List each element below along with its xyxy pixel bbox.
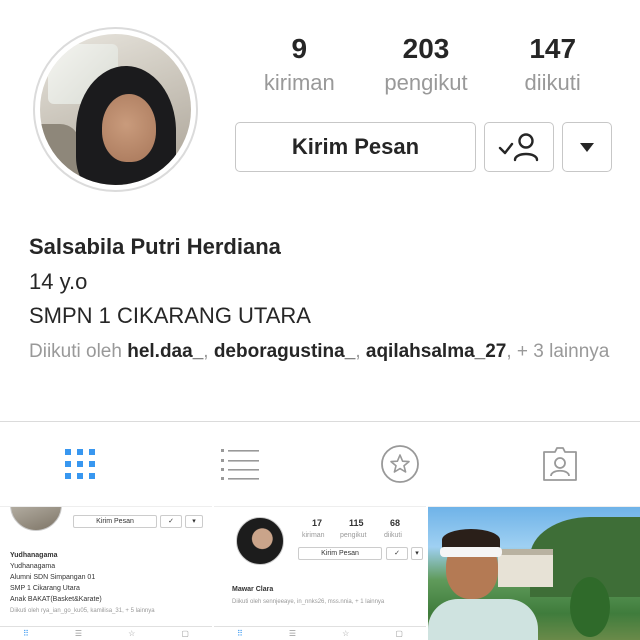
star-circle-icon [381, 445, 419, 483]
grid-post[interactable]: Kirim Pesan ✓ ▾ Yudhanagama Yudhanagama … [0, 506, 212, 640]
mini-follow-button: ✓ [386, 547, 408, 560]
profile-tabs [0, 422, 640, 506]
following-button[interactable] [484, 122, 554, 172]
mini-stat-value: 68 [390, 518, 401, 528]
mini-avatar [236, 517, 284, 565]
followed-by-user[interactable]: aqilahsalma_27 [366, 341, 506, 362]
mini-line: SMP 1 Cikarang Utara [10, 585, 80, 592]
bio-line-school: SMPN 1 CIKARANG UTARA [29, 303, 311, 328]
stat-followers-label: pengikut [384, 70, 468, 95]
mini-tabs: ⠿ ☰ ☆ ▢ [214, 626, 426, 640]
grid-post[interactable] [428, 506, 640, 640]
mini-message-button: Kirim Pesan [298, 547, 382, 560]
mini-name: Mawar Clara [232, 586, 274, 593]
mini-line: Alumni SDN Simpangan 01 [10, 574, 96, 581]
profile-header: 9 kiriman 203 pengikut 147 diikuti Kirim… [0, 0, 640, 215]
mini-avatar [10, 507, 62, 531]
triangle-down-icon [580, 143, 594, 152]
mini-grid-icon: ⠿ [23, 629, 29, 638]
mini-tag-icon: ▢ [181, 629, 189, 638]
stat-followers[interactable]: 203 pengikut [363, 32, 490, 112]
profile-bio: Salsabila Putri Herdiana 14 y.o SMPN 1 C… [29, 233, 619, 365]
mini-list-icon: ☰ [74, 629, 83, 638]
profile-photo [40, 34, 191, 185]
mini-stat-value: 17 [312, 518, 323, 528]
followed-by-user[interactable]: hel.daa_ [127, 341, 203, 362]
list-icon [221, 449, 259, 480]
tab-grid[interactable] [0, 422, 160, 506]
following-check-icon [498, 133, 539, 162]
stat-following-value: 147 [529, 33, 577, 64]
mini-dropdown-button: ▾ [185, 515, 203, 528]
tab-list[interactable] [160, 422, 320, 506]
grid-post[interactable]: 17 115 68 kiriman pengikut diikuti Kirim… [214, 506, 426, 640]
mini-stat-label: kiriman [302, 532, 325, 539]
mini-star-icon: ☆ [128, 629, 136, 638]
stat-followers-value: 203 [402, 33, 450, 64]
mini-message-button: Kirim Pesan [73, 515, 157, 528]
mini-tag-icon: ▢ [395, 629, 403, 638]
followed-by[interactable]: Diikuti oleh hel.daa_, deboragustina_, a… [29, 339, 619, 365]
mini-line: Yudhanagama [10, 563, 56, 570]
profile-name: Salsabila Putri Herdiana [29, 234, 281, 259]
profile-stats: 9 kiriman 203 pengikut 147 diikuti [236, 32, 616, 112]
mini-line: Yudhanagama [10, 552, 58, 559]
mini-star-icon: ☆ [342, 629, 350, 638]
stat-posts-label: kiriman [263, 70, 335, 95]
bio-line-age: 14 y.o [29, 269, 88, 294]
tab-saved[interactable] [320, 422, 480, 506]
mini-stat-label: pengikut [340, 532, 367, 539]
mini-follow-button: ✓ [160, 515, 182, 528]
grid-icon [65, 449, 95, 479]
tagged-person-icon [543, 447, 577, 481]
mini-stat-value: 115 [349, 518, 364, 528]
profile-avatar[interactable] [33, 27, 198, 192]
followed-by-prefix: Diikuti oleh [29, 341, 122, 362]
mini-line: Anak BAKAT(Basket&Karate) [10, 596, 102, 603]
stat-following[interactable]: 147 diikuti [489, 32, 616, 112]
suggestions-dropdown-button[interactable] [562, 122, 612, 172]
mini-followed: Diikuti oleh sennjeeaye, in_nnks26, mss.… [232, 599, 385, 605]
stat-posts-value: 9 [291, 33, 308, 64]
mini-tabs: ⠿ ☰ ☆ ▢ [0, 626, 212, 640]
post-photo [428, 507, 640, 640]
stat-posts[interactable]: 9 kiriman [236, 32, 363, 112]
followed-by-user[interactable]: deboragustina_ [214, 341, 355, 362]
followed-by-suffix: + 3 lainnya [516, 341, 610, 362]
mini-stat-label: diikuti [384, 532, 402, 539]
tab-tagged[interactable] [480, 422, 640, 506]
send-message-button[interactable]: Kirim Pesan [235, 122, 476, 172]
mini-grid-icon: ⠿ [237, 629, 243, 638]
mini-followed: Diikuti oleh rya_ian_go_ku05, kamilisa_3… [10, 608, 155, 614]
stat-following-label: diikuti [524, 70, 581, 95]
mini-dropdown-button: ▾ [411, 547, 423, 560]
mini-list-icon: ☰ [288, 629, 297, 638]
posts-grid: Kirim Pesan ✓ ▾ Yudhanagama Yudhanagama … [0, 506, 640, 640]
